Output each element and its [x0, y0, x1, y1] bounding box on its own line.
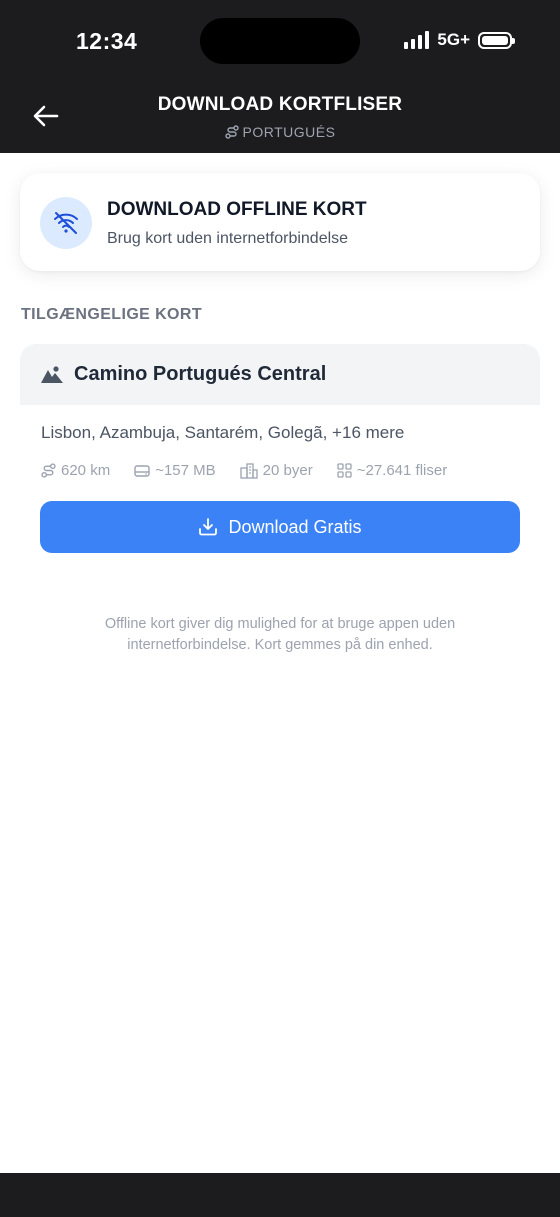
page-subtitle-text: PORTUGUÉS — [242, 124, 336, 140]
status-time: 12:34 — [76, 28, 138, 54]
signal-icon — [404, 31, 430, 49]
download-button-label: Download Gratis — [228, 516, 362, 537]
status-bar: 12:34 5G+ — [0, 0, 560, 84]
map-cities: Lisbon, Azambuja, Santarém, Golegã, +16 … — [41, 423, 405, 442]
offline-info-card: DOWNLOAD OFFLINE KORT Brug kort uden int… — [20, 173, 540, 271]
download-icon — [199, 518, 218, 536]
map-stats: 620 km ~157 MB 20 byer ~27.641 fliser — [41, 462, 447, 479]
grid-icon — [337, 463, 352, 478]
route-icon — [41, 463, 56, 478]
wifi-off-icon — [54, 212, 78, 234]
stat-size-value: ~157 MB — [155, 462, 216, 479]
map-card-header: Camino Portugués Central — [20, 344, 540, 405]
stat-cities-value: 20 byer — [262, 462, 313, 479]
stat-distance: 620 km — [41, 462, 110, 479]
map-name: Camino Portugués Central — [74, 363, 327, 385]
offline-card-subtitle: Brug kort uden internetforbindelse — [107, 230, 349, 247]
offline-card-title: DOWNLOAD OFFLINE KORT — [107, 199, 367, 220]
stat-cities: 20 byer — [240, 462, 313, 479]
map-card: Camino Portugués Central Lisbon, Azambuj… — [20, 344, 540, 574]
page-title: DOWNLOAD KORTFLISER — [157, 94, 403, 115]
mountain-image-icon — [41, 366, 63, 383]
page-subtitle: PORTUGUÉS — [0, 124, 560, 140]
offline-icon-circle — [40, 197, 92, 249]
stat-size: ~157 MB — [134, 462, 216, 479]
bottom-bar — [0, 1173, 560, 1217]
section-label: TILGÆNGELIGE KORT — [21, 306, 203, 323]
stat-distance-value: 620 km — [61, 462, 111, 479]
nav-bar: DOWNLOAD KORTFLISER PORTUGUÉS — [0, 84, 560, 153]
battery-icon — [478, 31, 515, 49]
footer-note: Offline kort giver dig mulighed for at b… — [104, 616, 456, 653]
route-icon — [224, 125, 239, 139]
network-type: 5G+ — [437, 30, 470, 49]
dynamic-island — [200, 18, 360, 64]
stat-tiles-value: ~27.641 fliser — [356, 462, 448, 479]
status-indicators: 5G+ — [404, 30, 515, 50]
building-icon — [240, 462, 258, 479]
hard-drive-icon — [134, 464, 150, 477]
download-button[interactable]: Download Gratis — [40, 501, 520, 553]
stat-tiles: ~27.641 fliser — [337, 462, 447, 479]
